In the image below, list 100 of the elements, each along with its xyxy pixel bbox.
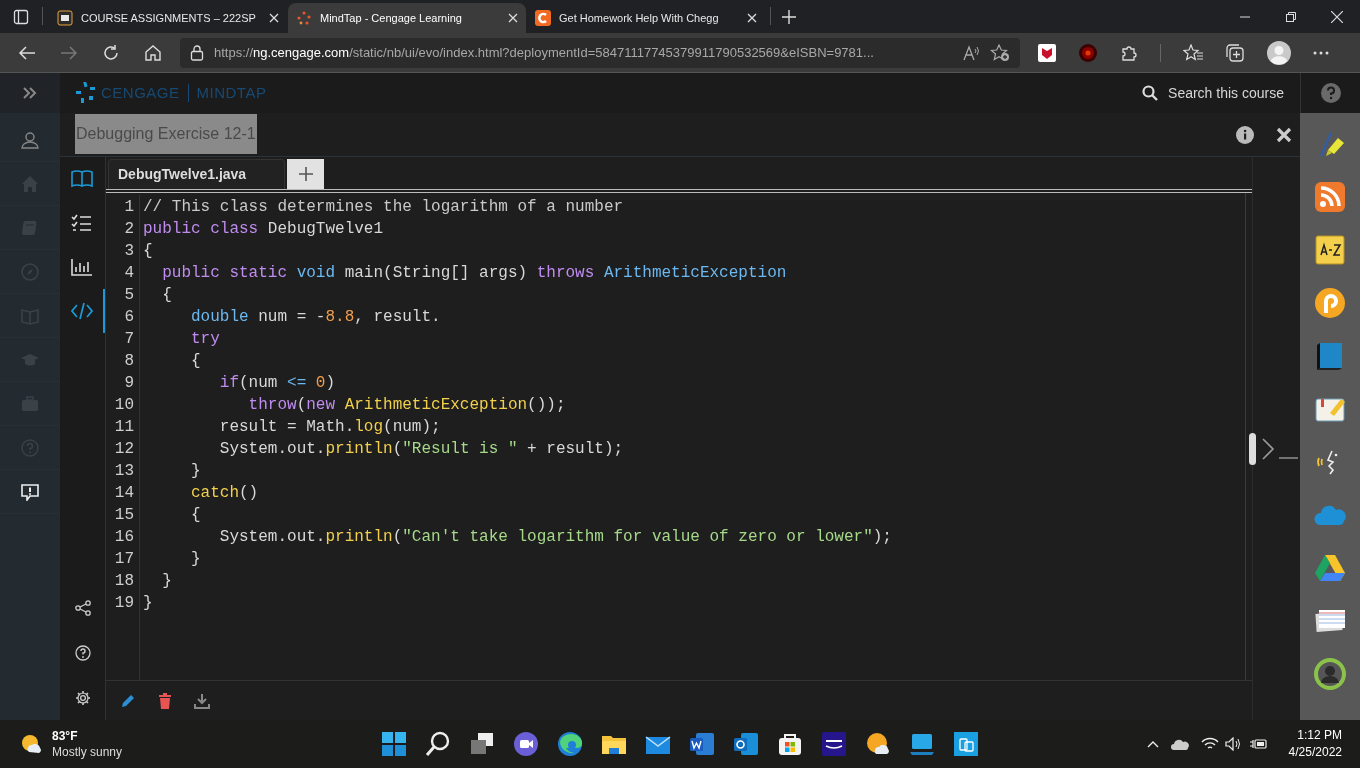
wifi-icon[interactable] — [1200, 737, 1219, 751]
temperature: 83°F — [52, 728, 79, 744]
line-number: 1 — [123, 197, 135, 218]
code-line: System.out.println("Can't take logarithm for value of zero or lower"); — [218, 527, 893, 548]
music-app-icon[interactable] — [820, 730, 848, 758]
line-number: 10 — [113, 395, 135, 416]
line-number: 14 — [113, 483, 135, 504]
file-tab[interactable]: DebugTwelve1.java — [108, 159, 285, 189]
line-number: 7 — [123, 329, 135, 350]
outlook-icon[interactable] — [732, 730, 760, 758]
feedback-icon[interactable] — [21, 482, 39, 501]
plus-icon — [298, 167, 313, 181]
download-icon[interactable] — [194, 692, 210, 709]
volume-icon[interactable] — [1224, 737, 1243, 751]
profile-icon[interactable] — [21, 130, 39, 149]
new-tab-icon[interactable] — [782, 9, 796, 24]
expand-chevrons-icon[interactable] — [23, 87, 37, 99]
weather-sunny-icon[interactable] — [20, 734, 42, 754]
url-text: https://ng.cengage.com/static/nb/ui/evo/index.html?deploymentId=58471117745379911790532569&eISBN=9781... — [214, 43, 875, 62]
profile-ring-icon[interactable] — [1314, 658, 1346, 690]
favicon-icon — [535, 10, 551, 26]
pencil-icon[interactable] — [120, 692, 136, 709]
share-icon[interactable] — [74, 599, 91, 616]
code-line: } — [161, 571, 173, 592]
open-book-icon — [70, 169, 93, 189]
code-line: if(num <= 0) — [218, 373, 337, 394]
close-icon[interactable] — [747, 13, 757, 23]
read-aloud-icon[interactable] — [962, 44, 980, 61]
checklist-icon — [70, 213, 93, 233]
line-number: 6 — [123, 307, 135, 328]
code-line: double num = -8.8, result. — [190, 307, 442, 328]
forward-arrow-icon — [60, 44, 78, 61]
code-line: System.out.println("Result is " + result); — [218, 439, 625, 460]
info-icon[interactable] — [1236, 125, 1254, 144]
code-line: } — [190, 549, 202, 570]
onedrive-icon[interactable] — [1170, 738, 1189, 750]
close-icon[interactable] — [1331, 10, 1343, 23]
refresh-icon — [102, 43, 120, 62]
chevron-up-icon[interactable] — [1146, 740, 1159, 748]
close-icon[interactable] — [508, 13, 518, 23]
tab-title: COURSE ASSIGNMENTS – 222SP — [81, 10, 257, 26]
favicon-icon — [296, 10, 312, 26]
clock-date[interactable]: 4/25/2022 — [1288, 744, 1342, 761]
back-arrow-icon — [18, 44, 36, 61]
more-icon[interactable] — [1313, 50, 1329, 55]
rss-feed-icon[interactable] — [1314, 181, 1346, 213]
code-line: } — [190, 461, 202, 482]
line-number: 4 — [123, 263, 135, 284]
browser-tab[interactable]: MindTap - Cengage Learning — [288, 3, 526, 33]
word-icon[interactable] — [688, 730, 716, 758]
favorites-icon[interactable] — [1183, 43, 1203, 62]
extensions-icon[interactable] — [1120, 43, 1138, 62]
logo-mark-icon — [75, 82, 97, 104]
favicon-icon — [57, 10, 73, 26]
search-button[interactable]: Search this course — [1142, 73, 1300, 113]
line-number: 19 — [113, 593, 135, 614]
code-line: // This class determines the logarithm of a number — [143, 197, 625, 218]
code-line: } — [143, 593, 154, 614]
start-icon[interactable] — [380, 730, 408, 758]
browser-tab[interactable]: COURSE ASSIGNMENTS – 222SP — [49, 3, 287, 33]
phone-link-icon[interactable] — [952, 730, 980, 758]
product-name: MINDTAP — [196, 82, 267, 103]
shield-extension-icon[interactable] — [1038, 43, 1056, 62]
line-number: 8 — [123, 351, 135, 372]
tab-title: Get Homework Help With Chegg — [559, 10, 720, 26]
glossary-icon[interactable] — [1314, 234, 1346, 266]
settings-icon[interactable] — [74, 689, 91, 706]
clock-time[interactable]: 1:12 PM — [1297, 727, 1342, 744]
add-favorite-icon[interactable] — [990, 43, 1010, 62]
drive-triangle-icon[interactable] — [1314, 552, 1346, 584]
close-icon[interactable] — [1276, 126, 1292, 143]
trash-icon[interactable] — [158, 692, 172, 709]
browser-edge-icon[interactable] — [556, 730, 584, 758]
line-number: 2 — [123, 219, 135, 240]
line-number: 17 — [113, 549, 135, 570]
line-number: 3 — [123, 241, 135, 262]
code-line: throw(new ArithmeticException()); — [247, 395, 567, 416]
bar-chart-icon — [70, 257, 93, 277]
eye-extension-icon[interactable] — [1078, 42, 1098, 63]
code-line: { — [190, 505, 202, 526]
add-file-button[interactable] — [287, 159, 324, 189]
profile-avatar-icon[interactable] — [1267, 40, 1291, 65]
activity-title: Debugging Exercise 12-1 — [75, 113, 257, 154]
battery-icon[interactable] — [1248, 737, 1269, 751]
browser-tab[interactable]: Get Homework Help With Chegg — [527, 3, 765, 33]
line-number: 9 — [123, 373, 135, 394]
line-number: 18 — [113, 571, 135, 592]
video-chat-icon[interactable] — [512, 730, 540, 758]
weather-condition: Mostly sunny — [52, 744, 123, 760]
address-field[interactable]: https://ng.cengage.com/static/nb/ui/evo/index.html?deploymentId=58471117745379911790532569&eISBN=9781... — [180, 37, 1020, 68]
circle-logo-icon[interactable] — [1314, 287, 1346, 319]
search-icon[interactable] — [424, 730, 452, 758]
collections-icon[interactable] — [1225, 42, 1245, 63]
splitter-handle[interactable] — [1249, 432, 1256, 465]
restore-icon[interactable] — [1286, 11, 1296, 22]
close-icon[interactable] — [269, 13, 279, 23]
code-line: { — [190, 351, 202, 372]
tab-actions-icon[interactable] — [13, 8, 29, 25]
line-number: 13 — [113, 461, 135, 482]
line-number: 15 — [113, 505, 135, 526]
